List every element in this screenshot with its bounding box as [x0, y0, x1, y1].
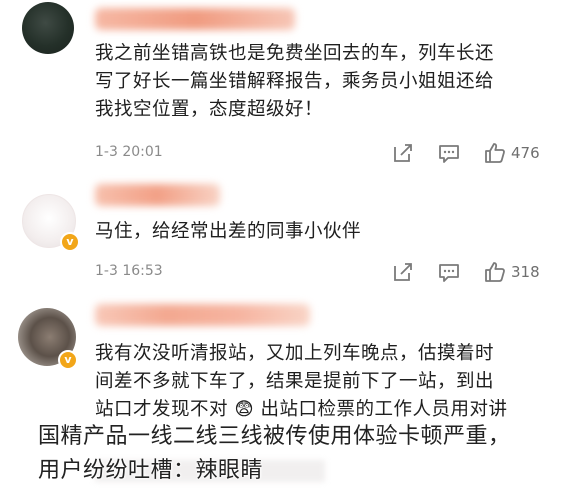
caption-line: 用户纷纷吐槽：辣眼睛 [38, 458, 264, 483]
comment-feed: 我之前坐错高铁也是免费坐回去的车，列车长还 写了好长一篇坐错解释报告，乘务员小姐… [0, 0, 561, 500]
comment-meta: 1-3 16:53 318 [95, 260, 545, 284]
comment-line: 我之前坐错高铁也是免费坐回去的车，列车长还 [95, 43, 495, 64]
share-icon[interactable] [391, 141, 415, 165]
avatar[interactable] [22, 2, 74, 54]
comment-time: 1-3 20:01 [95, 144, 163, 160]
comment-meta: 1-3 20:01 476 [95, 141, 545, 165]
username-blurred[interactable] [95, 184, 220, 206]
verified-badge-icon: v [58, 350, 78, 370]
comment-text: 我有次没听清报站，又加上列车晚点，估摸着时 间差不多就下车了，结果是提前下了一站… [95, 340, 540, 424]
username-blurred[interactable] [95, 8, 295, 30]
comment-text: 马住，给经常出差的同事小伙伴 [95, 218, 540, 246]
thumbs-up-icon[interactable] [483, 141, 507, 165]
verified-badge-icon: v [60, 232, 80, 252]
like-count: 318 [511, 263, 540, 281]
username-blurred[interactable] [95, 304, 310, 326]
comment-item: v 马住，给经常出差的同事小伙伴 1-3 16:53 318 [0, 184, 561, 300]
comment-icon[interactable] [437, 260, 461, 284]
comment-line: 写了好长一篇坐错解释报告，乘务员小姐姐还给 [95, 71, 495, 92]
share-icon[interactable] [391, 260, 415, 284]
thumbs-up-icon[interactable] [483, 260, 507, 284]
caption-line: 国精产品一线二线三线被传使用体验卡顿严重， [38, 424, 511, 449]
comment-line: 我有次没听清报站，又加上列车晚点，估摸着时 [95, 343, 495, 364]
overlay-caption: 国精产品一线二线三线被传使用体验卡顿严重， 用户纷纷吐槽：辣眼睛 [38, 420, 558, 488]
comment-line: 间差不多就下车了，结果是提前下了一站，到出 [95, 371, 495, 392]
comment-icon[interactable] [437, 141, 461, 165]
comment-line: 我找空位置，态度超级好！ [95, 99, 324, 120]
comment-item: 我之前坐错高铁也是免费坐回去的车，列车长还 写了好长一篇坐错解释报告，乘务员小姐… [0, 0, 561, 175]
like-count: 476 [511, 144, 540, 162]
comment-line: 马住，给经常出差的同事小伙伴 [95, 221, 362, 242]
comment-text: 我之前坐错高铁也是免费坐回去的车，列车长还 写了好长一篇坐错解释报告，乘务员小姐… [95, 40, 540, 124]
comment-time: 1-3 16:53 [95, 263, 163, 279]
